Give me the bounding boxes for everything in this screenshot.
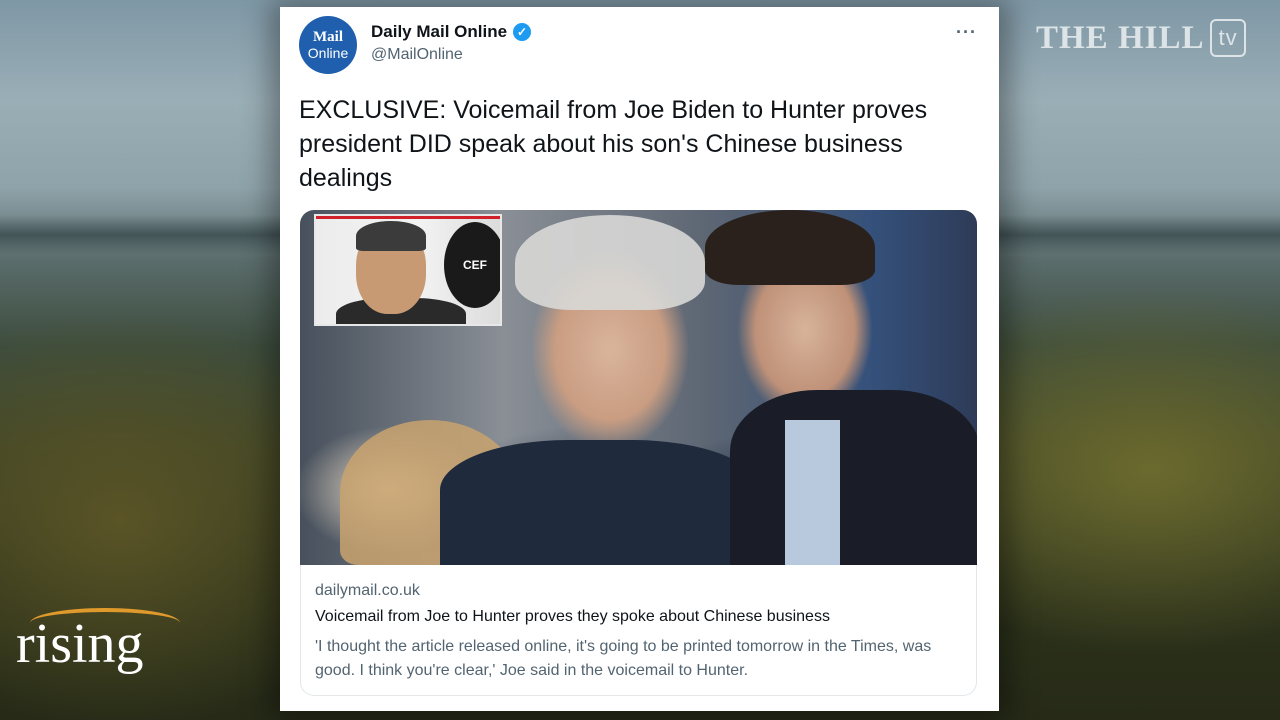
avatar-text-line2: Online [307,45,349,61]
inset-red-bar [316,216,500,219]
tweet-card[interactable]: Mail Online Daily Mail Online ✓ @MailOnl… [280,7,999,711]
rising-logo: rising [16,608,180,688]
photo-person-right-jacket [730,390,977,565]
photo-person-left-jacket [440,440,760,565]
inset-hair [356,221,426,251]
link-preview-card[interactable]: dailymail.co.uk Voicemail from Joe to Hu… [300,565,977,696]
the-hill-logo-text: THE HILL [1036,19,1205,56]
more-options-icon[interactable]: ··· [956,22,977,43]
inset-logo: CEF [444,222,500,308]
photo-person-right-shirt [785,420,840,565]
inset-photo: CEF [314,214,502,326]
tweet-text: EXCLUSIVE: Voicemail from Joe Biden to H… [299,96,928,192]
link-title: Voicemail from Joe to Hunter proves they… [315,608,830,625]
avatar[interactable]: Mail Online [299,16,357,74]
photo-person-right-hair [705,210,875,285]
display-name-text: Daily Mail Online [371,22,508,41]
verified-badge-icon: ✓ [513,23,532,41]
photo-person-left-hair [515,215,705,310]
avatar-text-line1: Mail [313,29,343,45]
link-description: 'I thought the article released online, … [315,638,932,679]
link-domain: dailymail.co.uk [315,582,420,599]
tv-badge: tv [1210,19,1246,57]
display-name[interactable]: Daily Mail Online ✓ [371,22,532,42]
tweet-media-image[interactable]: CEF [300,210,977,565]
user-handle[interactable]: @MailOnline [371,46,463,64]
rising-logo-text: rising [16,613,144,675]
the-hill-tv-logo: THE HILL tv [1036,17,1246,59]
